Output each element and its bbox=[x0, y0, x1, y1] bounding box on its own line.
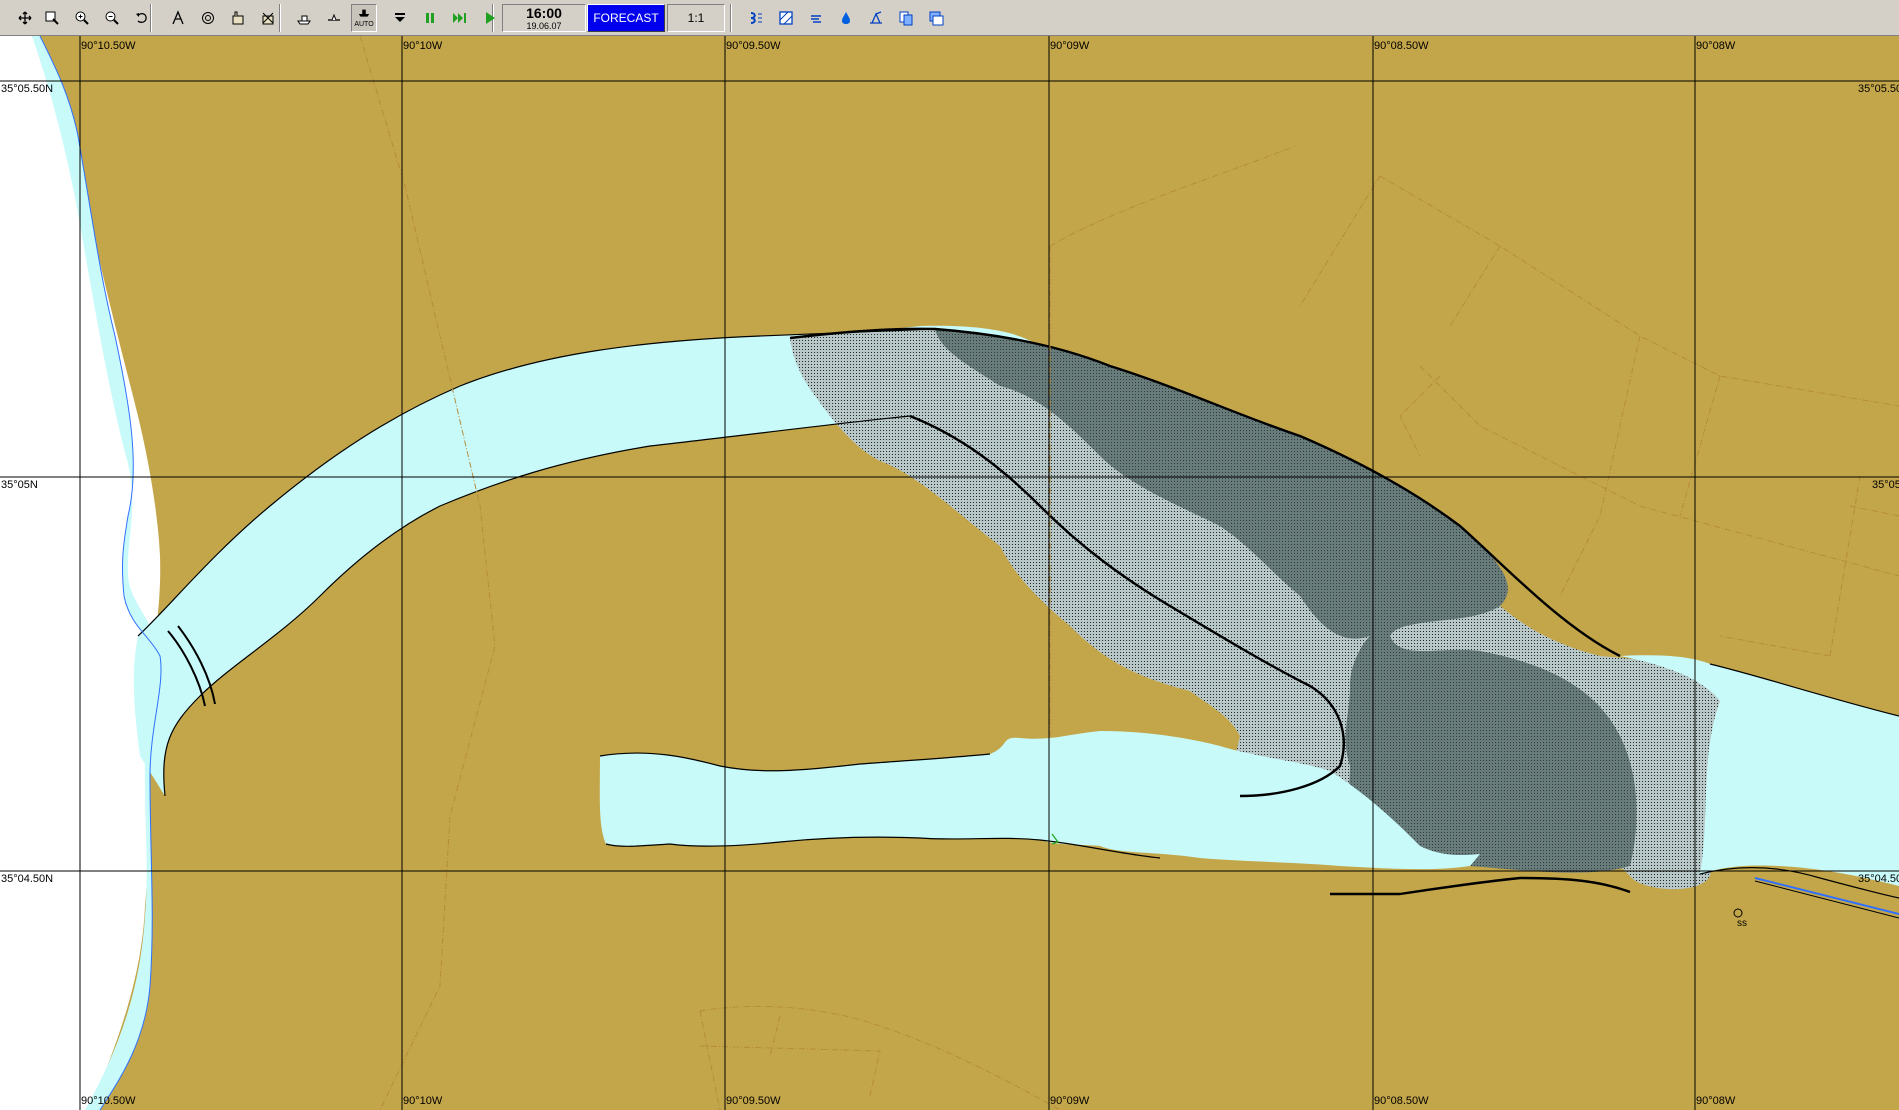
copy-button[interactable] bbox=[893, 4, 919, 32]
lon-label-top: 90°08.50W bbox=[1374, 40, 1429, 52]
time-value: 16:00 bbox=[526, 5, 562, 21]
lat-label-right: 35°04.50 bbox=[1858, 873, 1899, 885]
target-icon bbox=[202, 12, 214, 24]
pause-button[interactable] bbox=[417, 4, 443, 32]
auto-label: AUTO bbox=[354, 21, 374, 28]
copy-icon bbox=[899, 11, 913, 26]
window-icon bbox=[929, 11, 944, 26]
zoom-window-icon bbox=[45, 11, 59, 25]
measure-icon bbox=[172, 10, 184, 25]
date-value: 19.06.07 bbox=[526, 21, 562, 31]
grid-button[interactable] bbox=[773, 4, 799, 32]
tide-button[interactable] bbox=[743, 4, 769, 32]
clear-icon bbox=[262, 12, 274, 25]
lon-label-bottom: 90°09.50W bbox=[726, 1095, 781, 1107]
lat-label-left: 35°04.50N bbox=[1, 873, 54, 885]
depth-icon bbox=[842, 12, 850, 24]
lon-label-bottom: 90°08W bbox=[1696, 1095, 1736, 1107]
lon-label-bottom: 90°10W bbox=[403, 1095, 443, 1107]
depth-button[interactable] bbox=[833, 4, 859, 32]
info-button[interactable] bbox=[225, 4, 251, 32]
play-button[interactable] bbox=[477, 4, 503, 32]
lat-label-left: 35°05N bbox=[1, 479, 38, 491]
window-button[interactable] bbox=[923, 4, 949, 32]
info-hand-icon bbox=[232, 11, 244, 25]
toolbar: AUTO 16:00 19.06.07 FORECAST 1:1 bbox=[0, 0, 1899, 36]
lat-label-right: 35°05 bbox=[1872, 479, 1899, 491]
weather-icon bbox=[811, 15, 821, 23]
tide-icon bbox=[750, 12, 762, 24]
zoom-in-icon bbox=[75, 11, 89, 25]
auto-mode-button[interactable]: AUTO bbox=[351, 4, 377, 32]
lat-label-left: 35°05.50N bbox=[1, 83, 54, 95]
own-ship-icon bbox=[328, 13, 340, 21]
lat-label-right: 35°05.50 bbox=[1858, 83, 1899, 95]
sounding-ss-label: ss bbox=[1737, 918, 1747, 929]
zoom-window-button[interactable] bbox=[39, 4, 65, 32]
vessel-button[interactable] bbox=[291, 4, 317, 32]
undo-view-button[interactable] bbox=[129, 4, 155, 32]
fast-forward-button[interactable] bbox=[447, 4, 473, 32]
center-button[interactable] bbox=[195, 4, 221, 32]
lon-label-top: 90°09W bbox=[1050, 40, 1090, 52]
lon-label-bottom: 90°08.50W bbox=[1374, 1095, 1429, 1107]
measure-button[interactable] bbox=[165, 4, 191, 32]
pan-tool-button[interactable] bbox=[12, 4, 38, 32]
pan-icon bbox=[18, 11, 32, 25]
weather-button[interactable] bbox=[803, 4, 829, 32]
lon-label-top: 90°10.50W bbox=[81, 40, 136, 52]
chart-view[interactable]: 90°10.50W 90°10W 90°09.50W 90°09W 90°08.… bbox=[0, 36, 1899, 1110]
vessel-icon bbox=[297, 15, 311, 25]
own-ship-button[interactable] bbox=[321, 4, 347, 32]
auto-ship-icon bbox=[358, 9, 370, 17]
toolbar-separator bbox=[730, 4, 732, 32]
forecast-button[interactable]: FORECAST bbox=[587, 4, 665, 32]
scale-display[interactable]: 1:1 bbox=[667, 4, 725, 32]
anchor-icon bbox=[870, 11, 882, 24]
undo-icon bbox=[136, 12, 147, 23]
anchor-button[interactable] bbox=[863, 4, 889, 32]
grid-icon bbox=[779, 11, 793, 25]
pause-icon bbox=[426, 13, 434, 23]
dropdown-arrow-icon bbox=[395, 13, 405, 22]
nautical-chart[interactable] bbox=[0, 36, 1899, 1110]
lon-label-bottom: 90°10.50W bbox=[81, 1095, 136, 1107]
time-display[interactable]: 16:00 19.06.07 bbox=[502, 4, 586, 32]
zoom-out-button[interactable] bbox=[99, 4, 125, 32]
lon-label-bottom: 90°09W bbox=[1050, 1095, 1090, 1107]
dropdown-button[interactable] bbox=[387, 4, 413, 32]
lon-label-top: 90°08W bbox=[1696, 40, 1736, 52]
zoom-in-button[interactable] bbox=[69, 4, 95, 32]
play-icon bbox=[486, 12, 495, 24]
zoom-out-icon bbox=[105, 11, 119, 25]
clear-button[interactable] bbox=[255, 4, 281, 32]
lon-label-top: 90°09.50W bbox=[726, 40, 781, 52]
lon-label-top: 90°10W bbox=[403, 40, 443, 52]
fast-forward-icon bbox=[453, 13, 466, 23]
